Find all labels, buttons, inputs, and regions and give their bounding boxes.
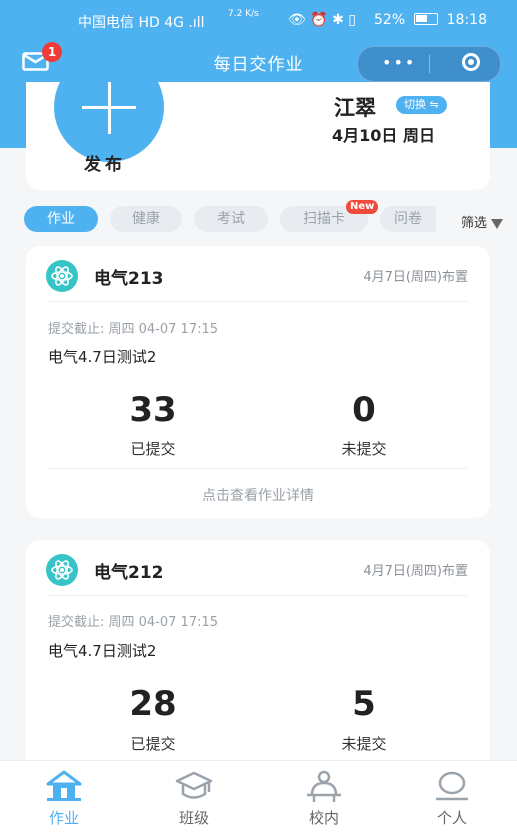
- divider: [48, 468, 468, 469]
- mini-program-capsule: •••: [357, 46, 501, 82]
- unsubmitted-count: 0: [352, 390, 376, 430]
- divider: [48, 301, 468, 302]
- status-icons: 👁 ⏰ ✱ ▯: [288, 12, 356, 28]
- current-date: 4月10日 周日: [332, 126, 435, 145]
- published-date: 4月7日(周四)布置: [363, 564, 468, 579]
- user-name: 江翠: [334, 96, 376, 120]
- view-details-link[interactable]: 点击查看作业详情: [26, 485, 490, 505]
- unsubmitted-label: 未提交: [341, 735, 387, 753]
- tabbar-profile[interactable]: 个人: [402, 761, 502, 832]
- profile-card: 发布 江翠 切换 ⇋ 4月10日 周日: [26, 82, 490, 190]
- filter-button[interactable]: 筛选: [461, 212, 503, 231]
- school-person-icon: [304, 769, 344, 803]
- deadline-text: 提交截止: 周四 04-07 17:15: [48, 615, 219, 630]
- network-speed: 7.2 K/s: [228, 9, 259, 19]
- tab-survey[interactable]: 问卷: [380, 206, 436, 232]
- category-tabs: 作业 健康 考试 扫描卡 New 问卷: [24, 200, 514, 234]
- battery-level: 52%: [374, 12, 406, 28]
- class-name: 电气213: [94, 269, 164, 289]
- tabbar-label: 个人: [436, 809, 467, 827]
- filter-label: 筛选: [460, 216, 487, 231]
- published-date: 4月7日(周四)布置: [363, 270, 468, 285]
- task-title: 电气4.7日测试2: [48, 642, 157, 660]
- status-bar: 中国电信 HD 4G .ıll 7.2 K/s 👁 ⏰ ✱ ▯ 52% 18:1…: [0, 0, 517, 42]
- graduation-cap-icon: [174, 769, 214, 803]
- bottom-tab-bar: 作业 班级 校内 个人: [0, 760, 517, 832]
- nav-bar: 1 每日交作业 •••: [0, 42, 517, 82]
- unsubmitted-count: 5: [352, 684, 376, 724]
- home-icon: [44, 769, 84, 803]
- submitted-label: 已提交: [130, 440, 176, 458]
- tab-homework[interactable]: 作业: [24, 206, 98, 232]
- atom-icon: [46, 554, 78, 586]
- task-title: 电气4.7日测试2: [48, 348, 157, 366]
- tabbar-homework[interactable]: 作业: [14, 761, 114, 832]
- filter-icon: [491, 218, 503, 229]
- tab-health[interactable]: 健康: [110, 206, 182, 232]
- new-badge: New: [346, 200, 379, 214]
- tabbar-label: 班级: [178, 809, 209, 827]
- submitted-count: 28: [129, 684, 177, 724]
- submitted-count: 33: [129, 390, 177, 430]
- tab-exam[interactable]: 考试: [194, 206, 268, 232]
- more-dots-icon[interactable]: •••: [382, 53, 416, 72]
- card-header: 电气212 4月7日(周四)布置: [26, 540, 490, 596]
- battery-icon: [414, 13, 438, 25]
- tabbar-label: 作业: [48, 809, 79, 827]
- submitted-label: 已提交: [130, 735, 176, 753]
- card-header: 电气213 4月7日(周四)布置: [26, 246, 490, 302]
- unsubmitted-label: 未提交: [341, 440, 387, 458]
- person-icon: [432, 769, 472, 803]
- publish-label: 发布: [84, 155, 126, 175]
- capsule-divider: [429, 55, 430, 73]
- switch-button[interactable]: 切换 ⇋: [396, 96, 447, 114]
- carrier-text: 中国电信 HD 4G .ıll: [78, 15, 205, 31]
- homework-card[interactable]: 电气212 4月7日(周四)布置 提交截止: 周四 04-07 17:15 电气…: [26, 540, 490, 780]
- tabbar-label: 校内: [308, 809, 339, 827]
- class-name: 电气212: [94, 563, 164, 583]
- tabbar-class[interactable]: 班级: [144, 761, 244, 832]
- tabbar-school[interactable]: 校内: [274, 761, 374, 832]
- deadline-text: 提交截止: 周四 04-07 17:15: [48, 322, 219, 337]
- homework-card[interactable]: 电气213 4月7日(周四)布置 提交截止: 周四 04-07 17:15 电气…: [26, 246, 490, 518]
- clock: 18:18: [446, 12, 487, 28]
- atom-icon: [46, 260, 78, 292]
- divider: [48, 595, 468, 596]
- target-icon[interactable]: [462, 53, 480, 71]
